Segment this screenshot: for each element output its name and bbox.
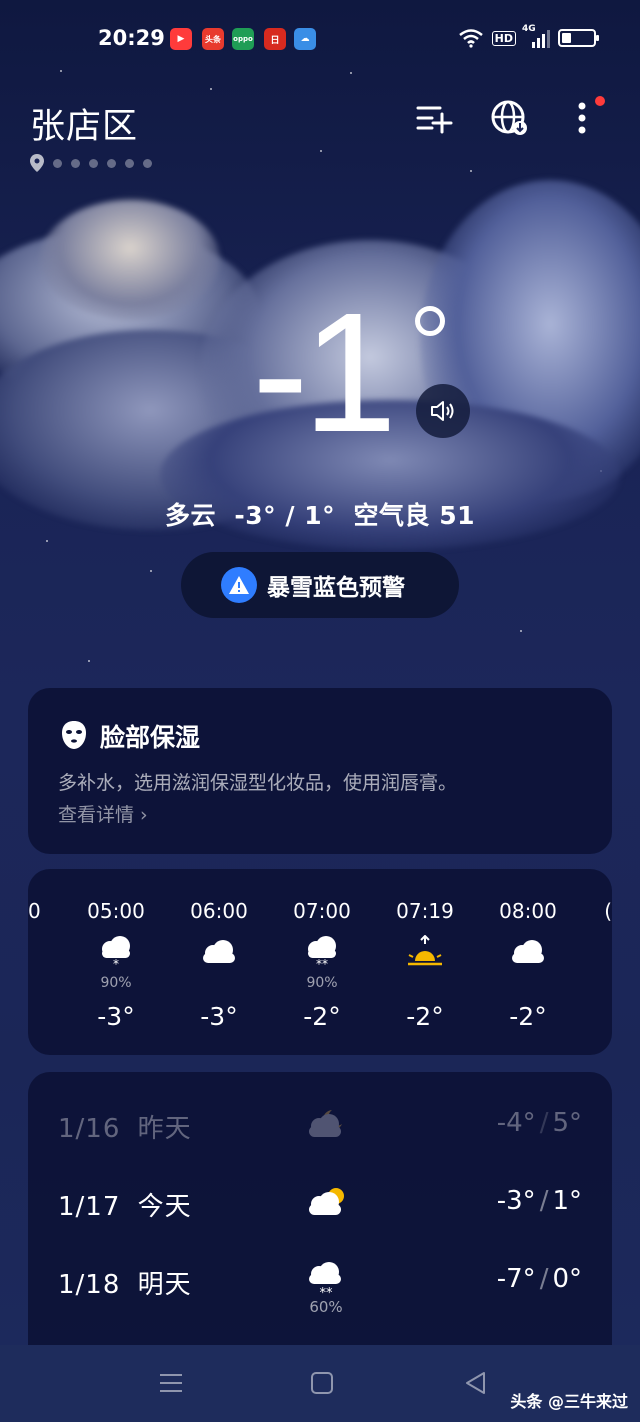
day-low: -7° (496, 1264, 536, 1294)
page-dot (143, 158, 152, 168)
svg-text:**: ** (320, 1286, 334, 1298)
weather-app-icon: ☁ (294, 28, 316, 50)
cloudy-icon (203, 940, 235, 963)
day-row-yesterday[interactable]: 1/16 昨天 -4°/5° (28, 1096, 612, 1156)
back-icon[interactable] (462, 1369, 490, 1397)
page-dot (53, 158, 62, 168)
day-date: 1/16 (58, 1114, 121, 1144)
weather-summary: 多云 -3° / 1° 空气良 51 (164, 501, 475, 530)
hour-temp: -2° (509, 1002, 547, 1031)
degree-symbol (415, 306, 445, 336)
hour-time: 07:19 (396, 899, 454, 923)
hour-time: 06:00 (190, 899, 248, 923)
add-city-icon[interactable] (414, 98, 454, 138)
face-mask-icon (62, 721, 86, 749)
wifi-icon (458, 29, 483, 48)
video-app-icon: ▶ (170, 28, 192, 50)
day-temp-range: -7°/0° (496, 1264, 582, 1294)
page-dot (125, 158, 134, 168)
snow-icon: * (102, 936, 130, 969)
page-dot (107, 158, 116, 168)
hour-precip: 90% (306, 975, 338, 991)
day-date: 1/17 (58, 1192, 121, 1222)
day-low: -4° (496, 1108, 536, 1138)
day-high: 1° (552, 1186, 582, 1216)
tip-title: 脸部保湿 (100, 723, 201, 752)
life-tip-card[interactable]: 脸部保湿 多补水，选用滋润保湿型化妆品，使用润唇膏。 查看详情 › (28, 688, 612, 854)
hour-column-clipped: 0 (28, 899, 41, 923)
battery-icon (558, 29, 599, 47)
hd-badge: HD (491, 30, 516, 46)
hour-column-clipped: ( (604, 899, 612, 923)
warning-icon (221, 567, 257, 603)
watermark: 头条 @三牛来过 (510, 1392, 628, 1411)
day-precip: 60% (309, 1298, 343, 1316)
day-high: 5° (552, 1108, 582, 1138)
day-high: 0° (552, 1264, 582, 1294)
battery-level (562, 33, 571, 43)
clock: 20:29 (98, 26, 165, 50)
heavy-snow-icon: ** (309, 1262, 341, 1298)
hourly-forecast-card[interactable]: 0 ( 05:00 * 90% -3° 06:00 -3° 07:00 ** 9… (28, 869, 612, 1055)
status-bar: 20:29 ▶ 头条 oppo 日 ☁ HD 4G (0, 24, 640, 56)
day-name: 今天 (137, 1192, 192, 1222)
partly-cloudy-icon (309, 1188, 344, 1215)
hour-time: 07:00 (293, 899, 351, 923)
day-row-tomorrow[interactable]: 1/18 明天 ** 60% -7°/0° (28, 1252, 612, 1316)
voice-broadcast-button[interactable] (416, 384, 470, 438)
sunrise-icon (408, 935, 442, 966)
daily-forecast-card[interactable]: 1/16 昨天 -4°/5° 1/17 今天 -3°/1° 1/18 明天 **… (28, 1072, 612, 1362)
svg-text:**: ** (316, 957, 328, 969)
day-label: 1/17 今天 (58, 1186, 192, 1223)
signal-icon: 4G (522, 24, 550, 48)
hour-temp: -3° (200, 1002, 238, 1031)
location-pin-icon (30, 154, 44, 172)
current-temperature: -1 (252, 278, 397, 468)
menu-icon[interactable] (157, 1369, 185, 1397)
day-date: 1/18 (58, 1270, 121, 1300)
day-temp-range: -3°/1° (496, 1186, 582, 1216)
alert-label: 暴雪蓝色预警 (267, 575, 405, 601)
page-dot (71, 158, 80, 168)
day-label: 1/16 昨天 (58, 1108, 192, 1145)
hour-time: 05:00 (87, 899, 145, 923)
bank-app-icon: 日 (264, 28, 286, 50)
page-dot (89, 158, 98, 168)
weather-alert-button[interactable]: 暴雪蓝色预警 (181, 552, 459, 618)
network-type: 4G (522, 24, 536, 34)
speaker-icon (431, 401, 454, 421)
day-name: 昨天 (137, 1114, 192, 1144)
toutiao-app-icon: 头条 (202, 28, 224, 50)
notification-dot (595, 96, 605, 106)
hour-temp: -2° (406, 1002, 444, 1031)
oppo-app-icon: oppo (232, 28, 254, 50)
day-temp-range: -4°/5° (496, 1108, 582, 1138)
cloudy-icon (512, 940, 544, 963)
day-label: 1/18 明天 (58, 1264, 192, 1301)
globe-icon[interactable] (490, 98, 530, 138)
hour-temp: -2° (303, 1002, 341, 1031)
city-name[interactable]: 张店区 (30, 98, 138, 149)
view-details-link[interactable]: 查看详情 › (58, 800, 148, 827)
home-icon[interactable] (308, 1369, 336, 1397)
day-low: -3° (496, 1186, 536, 1216)
hour-time: 08:00 (499, 899, 557, 923)
hour-precip: 90% (100, 975, 132, 991)
day-name: 明天 (137, 1270, 192, 1300)
location-dots (30, 154, 152, 172)
tip-description: 多补水，选用滋润保湿型化妆品，使用润唇膏。 (58, 772, 458, 794)
cloudy-night-icon (309, 1110, 342, 1137)
svg-text:*: * (113, 957, 119, 969)
day-row-today[interactable]: 1/17 今天 -3°/1° (28, 1174, 612, 1234)
hour-temp: -3° (97, 1002, 135, 1031)
heavy-snow-icon: ** (308, 936, 336, 969)
